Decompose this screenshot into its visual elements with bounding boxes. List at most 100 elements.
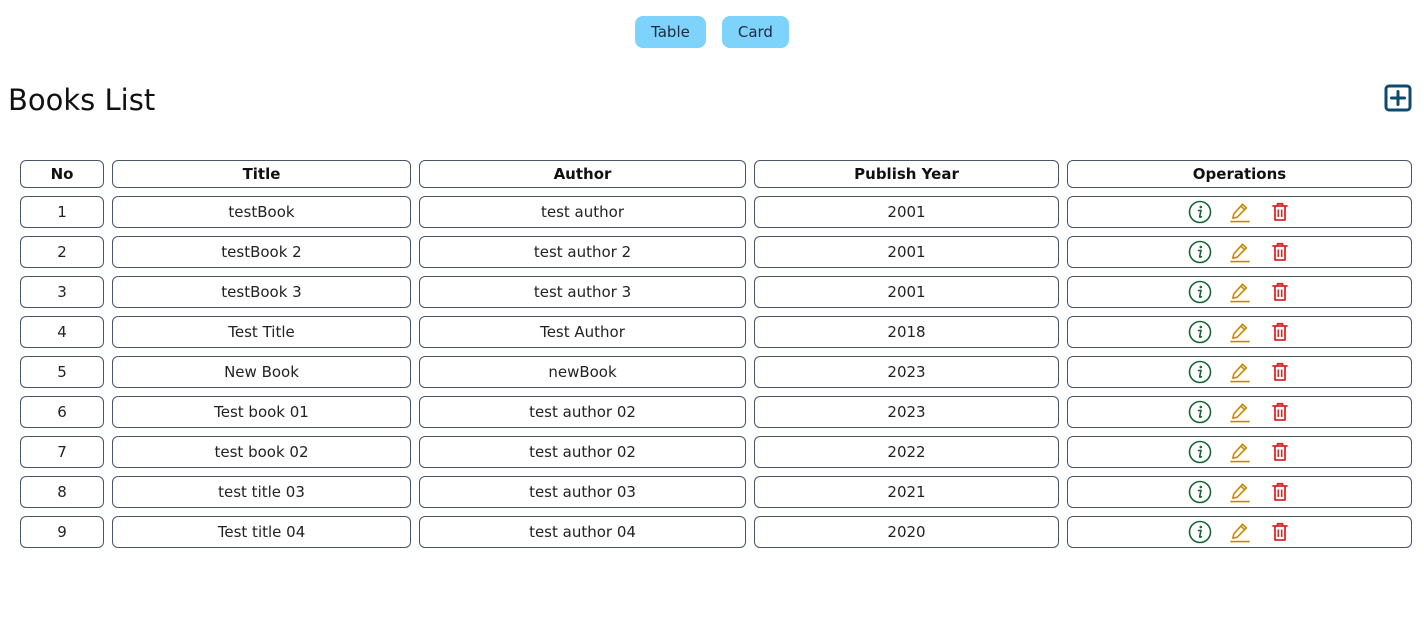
cell-no: 7 <box>20 436 104 468</box>
edit-pencil-icon[interactable] <box>1228 280 1252 304</box>
cell-title: test title 03 <box>112 476 411 508</box>
header-no: No <box>20 160 104 188</box>
cell-title: Test book 01 <box>112 396 411 428</box>
cell-title: testBook 2 <box>112 236 411 268</box>
cell-title: test book 02 <box>112 436 411 468</box>
edit-pencil-icon[interactable] <box>1228 360 1252 384</box>
edit-pencil-icon[interactable] <box>1228 240 1252 264</box>
table-row: 2 testBook 2 test author 2 2001 <box>20 236 1412 268</box>
header-publish-year: Publish Year <box>754 160 1059 188</box>
cell-author: test author 02 <box>419 396 746 428</box>
cell-publish-year: 2018 <box>754 316 1059 348</box>
books-table: No Title Author Publish Year Operations … <box>12 152 1420 556</box>
table-row: 7 test book 02 test author 02 2022 <box>20 436 1412 468</box>
operations-group <box>1068 400 1411 424</box>
cell-publish-year: 2001 <box>754 276 1059 308</box>
header-title: Title <box>112 160 411 188</box>
info-circle-icon[interactable] <box>1188 520 1212 544</box>
trash-icon[interactable] <box>1268 520 1292 544</box>
table-row: 9 Test title 04 test author 04 2020 <box>20 516 1412 548</box>
cell-operations <box>1067 396 1412 428</box>
edit-pencil-icon[interactable] <box>1228 480 1252 504</box>
trash-icon[interactable] <box>1268 280 1292 304</box>
table-row: 4 Test Title Test Author 2018 <box>20 316 1412 348</box>
cell-publish-year: 2021 <box>754 476 1059 508</box>
cell-publish-year: 2023 <box>754 396 1059 428</box>
cell-operations <box>1067 236 1412 268</box>
cell-operations <box>1067 316 1412 348</box>
table-header-row: No Title Author Publish Year Operations <box>20 160 1412 188</box>
cell-operations <box>1067 196 1412 228</box>
table-view-button[interactable]: Table <box>635 16 706 48</box>
page-title: Books List <box>8 83 156 117</box>
header-operations: Operations <box>1067 160 1412 188</box>
cell-no: 9 <box>20 516 104 548</box>
cell-operations <box>1067 516 1412 548</box>
cell-author: Test Author <box>419 316 746 348</box>
table-body: 1 testBook test author 2001 2 testBook 2… <box>20 196 1412 548</box>
info-circle-icon[interactable] <box>1188 320 1212 344</box>
operations-group <box>1068 320 1411 344</box>
card-view-button[interactable]: Card <box>721 16 789 48</box>
cell-no: 5 <box>20 356 104 388</box>
table-row: 1 testBook test author 2001 <box>20 196 1412 228</box>
cell-publish-year: 2023 <box>754 356 1059 388</box>
table-row: 6 Test book 01 test author 02 2023 <box>20 396 1412 428</box>
trash-icon[interactable] <box>1268 320 1292 344</box>
cell-no: 2 <box>20 236 104 268</box>
edit-pencil-icon[interactable] <box>1228 520 1252 544</box>
cell-title: Test title 04 <box>112 516 411 548</box>
cell-publish-year: 2022 <box>754 436 1059 468</box>
operations-group <box>1068 280 1411 304</box>
info-circle-icon[interactable] <box>1188 280 1212 304</box>
cell-no: 3 <box>20 276 104 308</box>
cell-author: test author <box>419 196 746 228</box>
trash-icon[interactable] <box>1268 200 1292 224</box>
edit-pencil-icon[interactable] <box>1228 440 1252 464</box>
cell-operations <box>1067 356 1412 388</box>
operations-group <box>1068 480 1411 504</box>
operations-group <box>1068 440 1411 464</box>
trash-icon[interactable] <box>1268 240 1292 264</box>
cell-author: newBook <box>419 356 746 388</box>
info-circle-icon[interactable] <box>1188 240 1212 264</box>
operations-group <box>1068 200 1411 224</box>
cell-title: New Book <box>112 356 411 388</box>
trash-icon[interactable] <box>1268 360 1292 384</box>
cell-author: test author 02 <box>419 436 746 468</box>
cell-no: 6 <box>20 396 104 428</box>
operations-group <box>1068 520 1411 544</box>
table-row: 5 New Book newBook 2023 <box>20 356 1412 388</box>
cell-publish-year: 2020 <box>754 516 1059 548</box>
plus-square-icon <box>1384 84 1412 112</box>
info-circle-icon[interactable] <box>1188 360 1212 384</box>
edit-pencil-icon[interactable] <box>1228 200 1252 224</box>
cell-operations <box>1067 476 1412 508</box>
table-row: 3 testBook 3 test author 3 2001 <box>20 276 1412 308</box>
cell-author: test author 03 <box>419 476 746 508</box>
info-circle-icon[interactable] <box>1188 480 1212 504</box>
cell-author: test author 04 <box>419 516 746 548</box>
cell-title: testBook 3 <box>112 276 411 308</box>
cell-no: 8 <box>20 476 104 508</box>
trash-icon[interactable] <box>1268 400 1292 424</box>
cell-author: test author 2 <box>419 236 746 268</box>
cell-operations <box>1067 436 1412 468</box>
edit-pencil-icon[interactable] <box>1228 320 1252 344</box>
info-circle-icon[interactable] <box>1188 200 1212 224</box>
info-circle-icon[interactable] <box>1188 440 1212 464</box>
trash-icon[interactable] <box>1268 440 1292 464</box>
edit-pencil-icon[interactable] <box>1228 400 1252 424</box>
add-book-button[interactable] <box>1384 84 1412 112</box>
cell-publish-year: 2001 <box>754 196 1059 228</box>
operations-group <box>1068 240 1411 264</box>
info-circle-icon[interactable] <box>1188 400 1212 424</box>
cell-no: 4 <box>20 316 104 348</box>
table-row: 8 test title 03 test author 03 2021 <box>20 476 1412 508</box>
cell-no: 1 <box>20 196 104 228</box>
cell-publish-year: 2001 <box>754 236 1059 268</box>
cell-title: Test Title <box>112 316 411 348</box>
view-toggle: Table Card <box>0 16 1424 48</box>
trash-icon[interactable] <box>1268 480 1292 504</box>
cell-title: testBook <box>112 196 411 228</box>
